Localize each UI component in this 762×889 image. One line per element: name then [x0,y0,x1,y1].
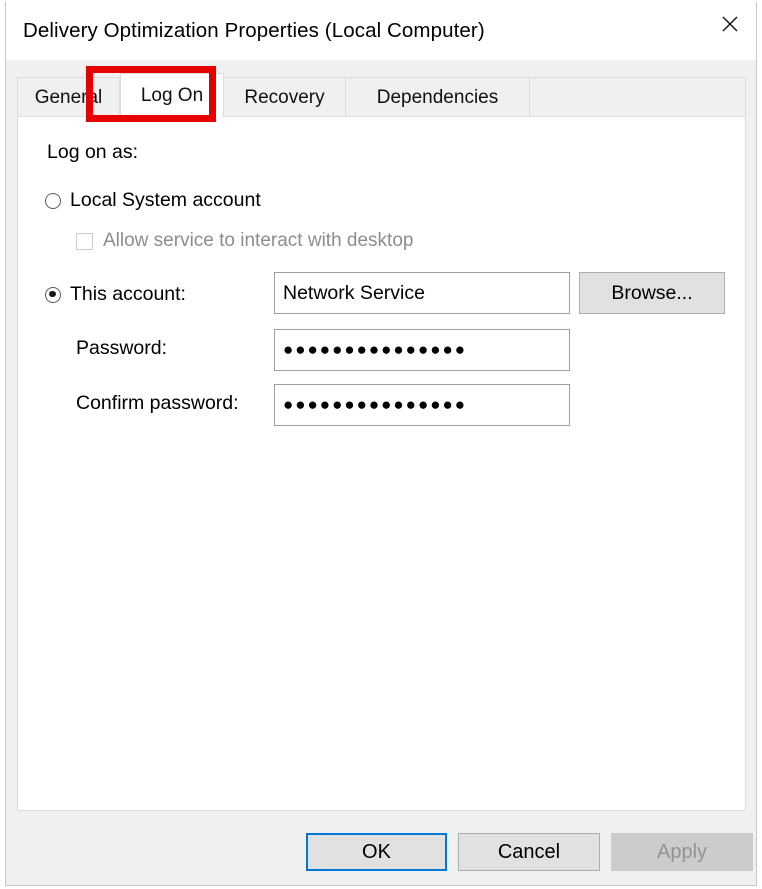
checkbox-allow-desktop-interaction: Allow service to interact with desktop [76,230,413,252]
radio-this-account[interactable]: This account: [45,283,186,306]
close-icon[interactable] [704,2,756,46]
browse-button[interactable]: Browse... [579,272,725,314]
tab-dependencies[interactable]: Dependencies [346,78,530,117]
tab-strip: General Log On Recovery Dependencies [17,73,746,118]
radio-local-system-account[interactable]: Local System account [45,189,261,212]
cancel-button[interactable]: Cancel [458,833,600,871]
log-on-tab-panel: Log on as: Local System account Allow se… [17,116,746,811]
title-bar: Delivery Optimization Properties (Local … [6,2,756,60]
account-name-input[interactable]: Network Service [274,272,570,314]
checkbox-allow-desktop-interaction-label: Allow service to interact with desktop [103,230,414,251]
radio-local-system-account-label: Local System account [70,189,261,211]
tab-general-label: General [34,86,103,108]
password-label: Password: [76,337,168,359]
window-title: Delivery Optimization Properties (Local … [23,19,485,42]
radio-indicator [45,286,61,303]
tab-recovery-label: Recovery [244,86,325,108]
password-input[interactable]: ●●●●●●●●●●●●●●● [274,329,570,371]
tab-dependencies-label: Dependencies [376,86,499,108]
service-properties-dialog: Delivery Optimization Properties (Local … [5,2,757,886]
ok-button[interactable]: OK [306,833,447,871]
radio-this-account-label: This account: [70,283,186,305]
log-on-as-label: Log on as: [47,141,139,163]
radio-indicator [45,192,61,209]
tab-recovery[interactable]: Recovery [224,78,346,117]
apply-button: Apply [611,833,753,871]
confirm-password-input[interactable]: ●●●●●●●●●●●●●●● [274,384,570,426]
checkbox-indicator [76,232,93,250]
confirm-password-label: Confirm password: [76,392,239,414]
tab-log-on-label: Log On [140,84,204,106]
tab-general[interactable]: General [18,78,120,117]
tab-log-on[interactable]: Log On [120,73,224,118]
